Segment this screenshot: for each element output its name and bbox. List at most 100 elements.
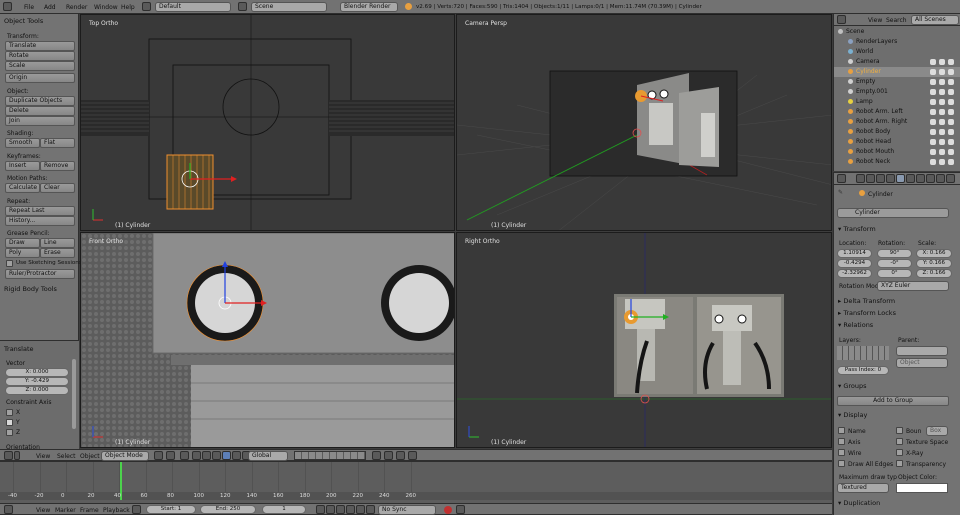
record-keyframe-icon[interactable] xyxy=(444,506,452,514)
clear-button[interactable]: Clear xyxy=(40,183,75,193)
transform-orientation-selector[interactable]: Global xyxy=(248,451,288,461)
screen-layout-icon[interactable] xyxy=(142,2,151,11)
layers-grid[interactable] xyxy=(294,451,366,460)
origin-button[interactable]: Origin xyxy=(5,73,75,83)
xray-checkbox[interactable] xyxy=(896,449,903,456)
properties-editor-icon[interactable] xyxy=(837,174,846,183)
menu-render[interactable]: Render xyxy=(66,4,87,11)
viewport-front-ortho[interactable]: Front Ortho (1) Cylinder xyxy=(80,232,455,448)
layout-selector[interactable]: Default xyxy=(155,2,231,12)
restrict-cursor-icon[interactable] xyxy=(939,99,945,105)
timeline-editor[interactable]: -40 -20 0 20 40 60 80 100 120 140 160 180 200 220 240 2… xyxy=(0,461,832,503)
outliner-row[interactable]: Robot Arm. Left xyxy=(834,107,960,117)
restrict-eye-icon[interactable] xyxy=(930,129,936,135)
material-tab-icon[interactable] xyxy=(936,174,945,183)
object-tab-icon[interactable] xyxy=(896,174,905,183)
timeline-marker-menu[interactable]: Marker xyxy=(55,507,76,514)
keying-set-icon[interactable] xyxy=(456,505,465,514)
object-menu[interactable]: Object xyxy=(80,453,100,460)
restrict-cursor-icon[interactable] xyxy=(939,89,945,95)
render-engine-selector[interactable]: Blender Render xyxy=(340,2,398,12)
calculate-button[interactable]: Calculate xyxy=(5,183,40,193)
world-tab-icon[interactable] xyxy=(886,174,895,183)
restrict-camera-icon[interactable] xyxy=(948,149,954,155)
location-z-field[interactable]: -2.32962 xyxy=(837,269,872,278)
editor-type-icon[interactable] xyxy=(3,2,12,11)
line-button[interactable]: Line xyxy=(40,238,75,248)
restrict-eye-icon[interactable] xyxy=(930,139,936,145)
next-keyframe-icon[interactable] xyxy=(356,505,365,514)
constraints-tab-icon[interactable] xyxy=(906,174,915,183)
restrict-camera-icon[interactable] xyxy=(948,59,954,65)
layers-selector[interactable] xyxy=(837,346,889,360)
outliner-row[interactable]: Cylinder xyxy=(834,67,960,77)
parent-field[interactable] xyxy=(896,346,948,356)
scale-z-field[interactable]: Z: 0.166 xyxy=(916,269,952,278)
bounds-checkbox[interactable] xyxy=(896,427,903,434)
outliner-search-menu[interactable]: Search xyxy=(886,17,907,24)
outliner-row[interactable]: Empty.001 xyxy=(834,87,960,97)
outliner-filter-selector[interactable]: All Scenes xyxy=(911,15,959,25)
history-button[interactable]: History... xyxy=(5,216,75,226)
rotation-mode-selector[interactable]: XYZ Euler xyxy=(877,281,949,291)
viewport-right-ortho[interactable]: Right Ortho (1) Cylinder xyxy=(456,232,832,448)
rotation-z-field[interactable]: 0° xyxy=(877,269,912,278)
object-tools-header[interactable]: Object Tools xyxy=(4,17,43,25)
outliner-row[interactable]: Camera xyxy=(834,57,960,67)
draw-button[interactable]: Draw xyxy=(5,238,40,248)
restrict-cursor-icon[interactable] xyxy=(939,159,945,165)
max-draw-type-selector[interactable]: Textured xyxy=(837,483,889,493)
erase-button[interactable]: Erase xyxy=(40,248,75,258)
render-tab-icon[interactable] xyxy=(856,174,865,183)
pivot-point-icon[interactable] xyxy=(166,451,175,460)
timeline-view-menu[interactable]: View xyxy=(36,507,50,514)
restrict-camera-icon[interactable] xyxy=(948,109,954,115)
restrict-cursor-icon[interactable] xyxy=(939,69,945,75)
constraint-y-checkbox[interactable] xyxy=(6,419,13,426)
ruler-protractor-button[interactable]: Ruler/Protractor xyxy=(5,269,75,279)
outliner-row[interactable]: Scene xyxy=(834,27,960,37)
outliner-row[interactable]: Robot Neck xyxy=(834,157,960,167)
outliner-view-menu[interactable]: View xyxy=(868,17,882,24)
prev-keyframe-icon[interactable] xyxy=(326,505,335,514)
delete-button[interactable]: Delete xyxy=(5,106,75,116)
restrict-camera-icon[interactable] xyxy=(948,89,954,95)
restrict-eye-icon[interactable] xyxy=(930,79,936,85)
scale-y-field[interactable]: Y: 0.166 xyxy=(916,259,952,268)
mode-selector[interactable]: Object Mode xyxy=(101,451,149,461)
translate-mode-icon[interactable] xyxy=(222,451,231,460)
pin-icon[interactable]: ✎ xyxy=(838,189,843,196)
scene-tab-icon[interactable] xyxy=(876,174,885,183)
sync-mode-selector[interactable]: No Sync xyxy=(378,505,436,515)
pass-index-field[interactable]: Pass Index: 0 xyxy=(837,366,889,375)
data-tab-icon[interactable] xyxy=(926,174,935,183)
duplication-header[interactable]: ▾ Duplication xyxy=(838,499,880,507)
display-axis-checkbox[interactable] xyxy=(838,438,845,445)
relations-header[interactable]: ▾ Relations xyxy=(838,321,873,329)
display-header[interactable]: ▾ Display xyxy=(838,411,867,419)
vector-y-field[interactable]: Y: -0.429 xyxy=(5,377,69,386)
menu-add[interactable]: Add xyxy=(44,4,56,11)
render-layers-tab-icon[interactable] xyxy=(866,174,875,183)
restrict-eye-icon[interactable] xyxy=(930,159,936,165)
rotate-mode-icon[interactable] xyxy=(232,451,241,460)
constraint-x-checkbox[interactable] xyxy=(6,409,13,416)
restrict-eye-icon[interactable] xyxy=(930,89,936,95)
current-frame-field[interactable]: 1 xyxy=(262,505,306,514)
restrict-eye-icon[interactable] xyxy=(930,99,936,105)
display-wire-checkbox[interactable] xyxy=(838,449,845,456)
insert-keyframe-button[interactable]: Insert xyxy=(5,161,40,171)
menu-file[interactable]: File xyxy=(24,4,34,11)
view-menu[interactable]: View xyxy=(36,453,50,460)
operator-title[interactable]: Translate xyxy=(4,345,34,353)
lock-camera-icon[interactable] xyxy=(372,451,381,460)
draw-all-edges-checkbox[interactable] xyxy=(838,460,845,467)
restrict-cursor-icon[interactable] xyxy=(939,79,945,85)
menu-help[interactable]: Help xyxy=(121,4,135,11)
constraint-z-checkbox[interactable] xyxy=(6,429,13,436)
start-frame-field[interactable]: Start: 1 xyxy=(146,505,196,514)
duplicate-objects-button[interactable]: Duplicate Objects xyxy=(5,96,75,106)
jump-end-icon[interactable] xyxy=(366,505,375,514)
restrict-camera-icon[interactable] xyxy=(948,159,954,165)
restrict-camera-icon[interactable] xyxy=(948,99,954,105)
